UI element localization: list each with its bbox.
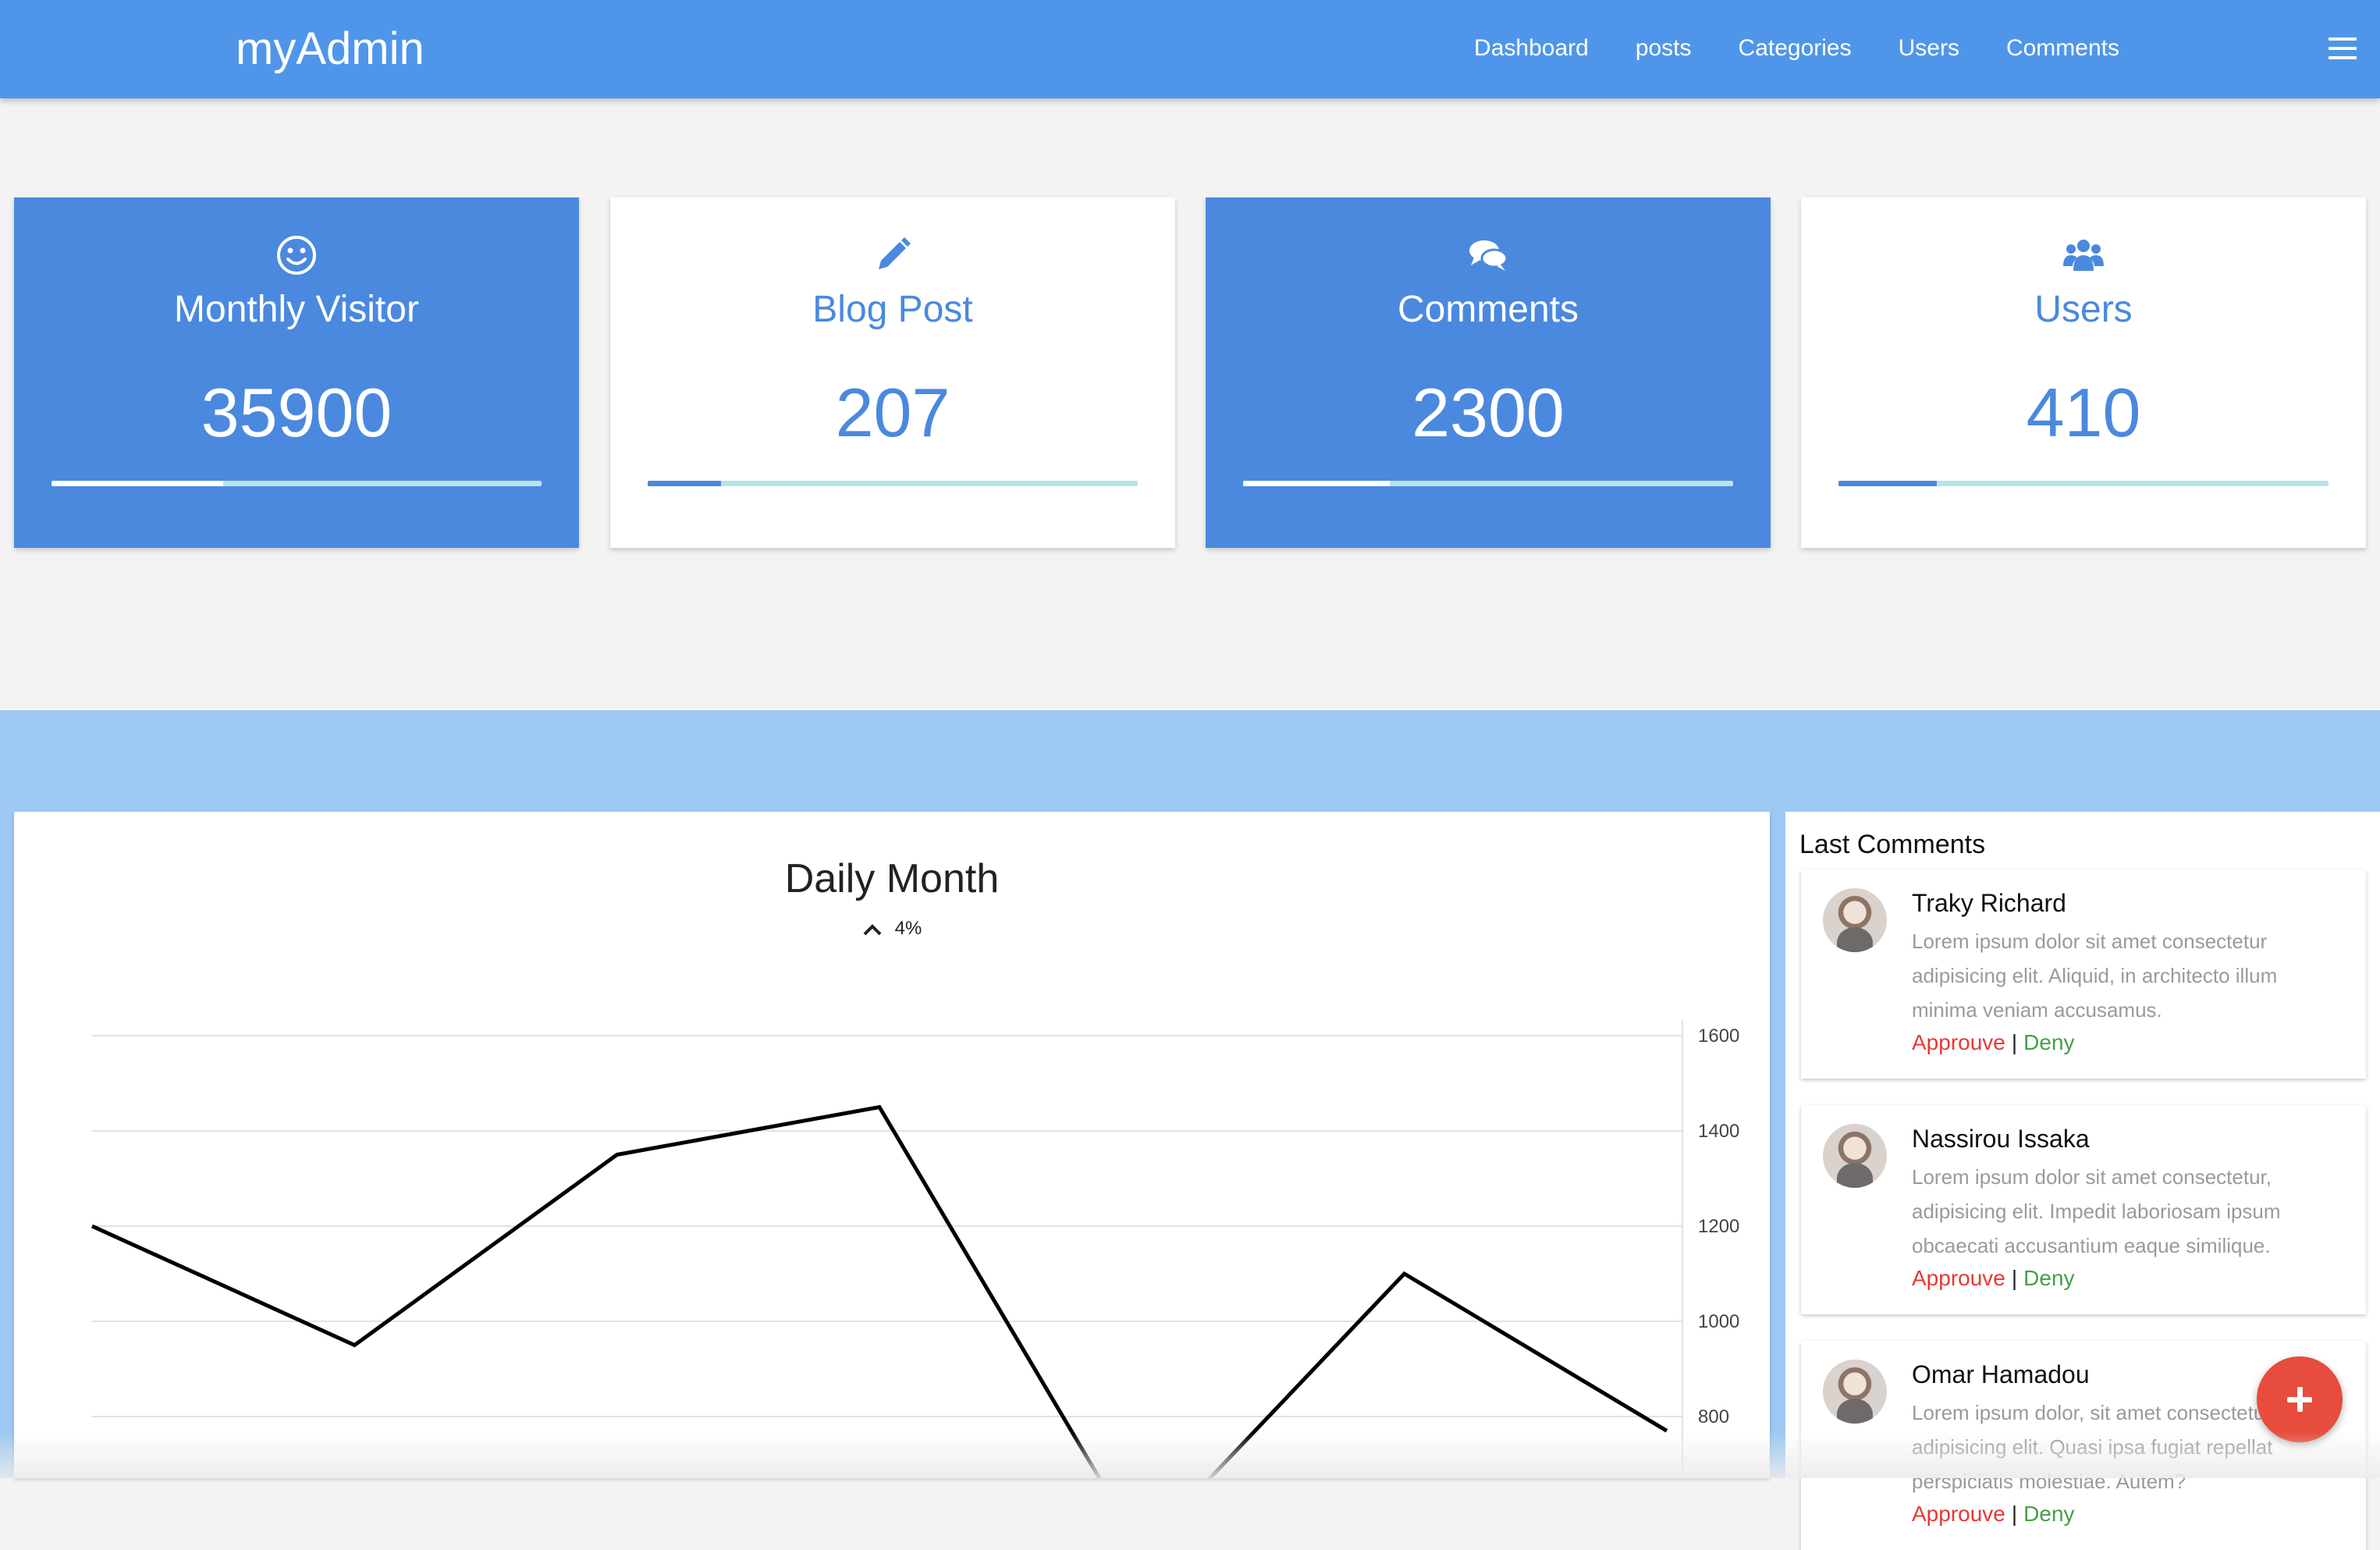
comments-title: Last Comments: [1799, 830, 1986, 859]
stat-progress-bar: [1838, 481, 2328, 486]
brand-logo[interactable]: myAdmin: [236, 22, 424, 76]
stat-card-users: Users 410: [1801, 197, 2366, 548]
stat-title: Users: [2034, 289, 2133, 330]
deny-link[interactable]: Deny: [2023, 1502, 2074, 1526]
line-chart: 800 1000 1200 1400 1600: [91, 1020, 1739, 1478]
nav-link-categories[interactable]: Categories: [1739, 33, 1852, 64]
stat-title: Monthly Visitor: [174, 289, 419, 330]
nav-links: Dashboard posts Categories Users Comment…: [1474, 33, 2119, 64]
stat-card-blog-post: Blog Post 207: [610, 197, 1175, 548]
smiley-icon: [277, 236, 316, 275]
stat-card-monthly-visitor: Monthly Visitor 35900: [14, 197, 579, 548]
comment-text: Lorem ipsum dolor sit amet consectetur a…: [1912, 930, 2278, 1022]
y-tick-label: 800: [1698, 1406, 1729, 1427]
nav-link-users[interactable]: Users: [1899, 33, 1959, 64]
avatar: [1823, 1124, 1887, 1188]
stat-card-comments: Comments 2300: [1206, 197, 1771, 548]
separator: |: [2011, 1266, 2018, 1290]
stat-value: 2300: [1412, 374, 1565, 451]
approve-link[interactable]: Approuve: [1912, 1502, 2005, 1526]
hamburger-menu-icon[interactable]: [2328, 37, 2357, 59]
comment-author: Traky Richard: [1912, 889, 2066, 917]
pencil-icon: [879, 237, 911, 269]
comment-actions: Approuve | Deny: [1912, 1027, 2075, 1058]
stat-progress-bar: [648, 481, 1138, 486]
nav-link-dashboard[interactable]: Dashboard: [1474, 33, 1589, 64]
comment-card: Nassirou Issaka Lorem ipsum dolor sit am…: [1801, 1105, 2366, 1314]
stat-value: 207: [835, 374, 950, 451]
avatar: [1823, 888, 1887, 952]
approve-link[interactable]: Approuve: [1912, 1266, 2005, 1290]
y-tick-label: 1600: [1698, 1026, 1739, 1047]
y-tick-label: 1000: [1698, 1311, 1739, 1332]
comment-card: Traky Richard Lorem ipsum dolor sit amet…: [1801, 869, 2366, 1079]
nav-link-posts[interactable]: posts: [1636, 33, 1692, 64]
users-icon: [2063, 240, 2104, 271]
comment-actions: Approuve | Deny: [1912, 1263, 2075, 1294]
stat-progress-bar: [52, 481, 542, 486]
stat-value: 35900: [201, 374, 393, 451]
avatar: [1823, 1360, 1887, 1424]
series-line: [91, 1104, 1668, 1478]
add-button[interactable]: [2257, 1356, 2343, 1442]
y-tick-label: 1200: [1698, 1216, 1739, 1237]
separator: |: [2011, 1502, 2018, 1526]
comment-author: Nassirou Issaka: [1912, 1125, 2090, 1153]
deny-link[interactable]: Deny: [2023, 1266, 2074, 1290]
stat-progress-bar: [1243, 481, 1733, 486]
comment-text: Lorem ipsum dolor sit amet consectetur, …: [1912, 1165, 2281, 1257]
chart-panel: Daily Month 4% 800 1000 1200 1400 1600: [14, 812, 1770, 1478]
y-tick-label: 1400: [1698, 1121, 1739, 1142]
approve-link[interactable]: Approuve: [1912, 1030, 2005, 1054]
top-navbar: myAdmin Dashboard posts Categories Users…: [0, 0, 2380, 98]
stat-value: 410: [2026, 374, 2141, 451]
stat-title: Comments: [1397, 289, 1579, 330]
stat-title: Blog Post: [812, 289, 973, 330]
comment-author: Omar Hamadou: [1912, 1360, 2090, 1388]
separator: |: [2011, 1030, 2018, 1054]
comment-actions: Approuve | Deny: [1912, 1498, 2075, 1530]
nav-link-comments[interactable]: Comments: [2006, 33, 2119, 64]
comments-icon: [1469, 240, 1508, 271]
deny-link[interactable]: Deny: [2023, 1030, 2074, 1054]
